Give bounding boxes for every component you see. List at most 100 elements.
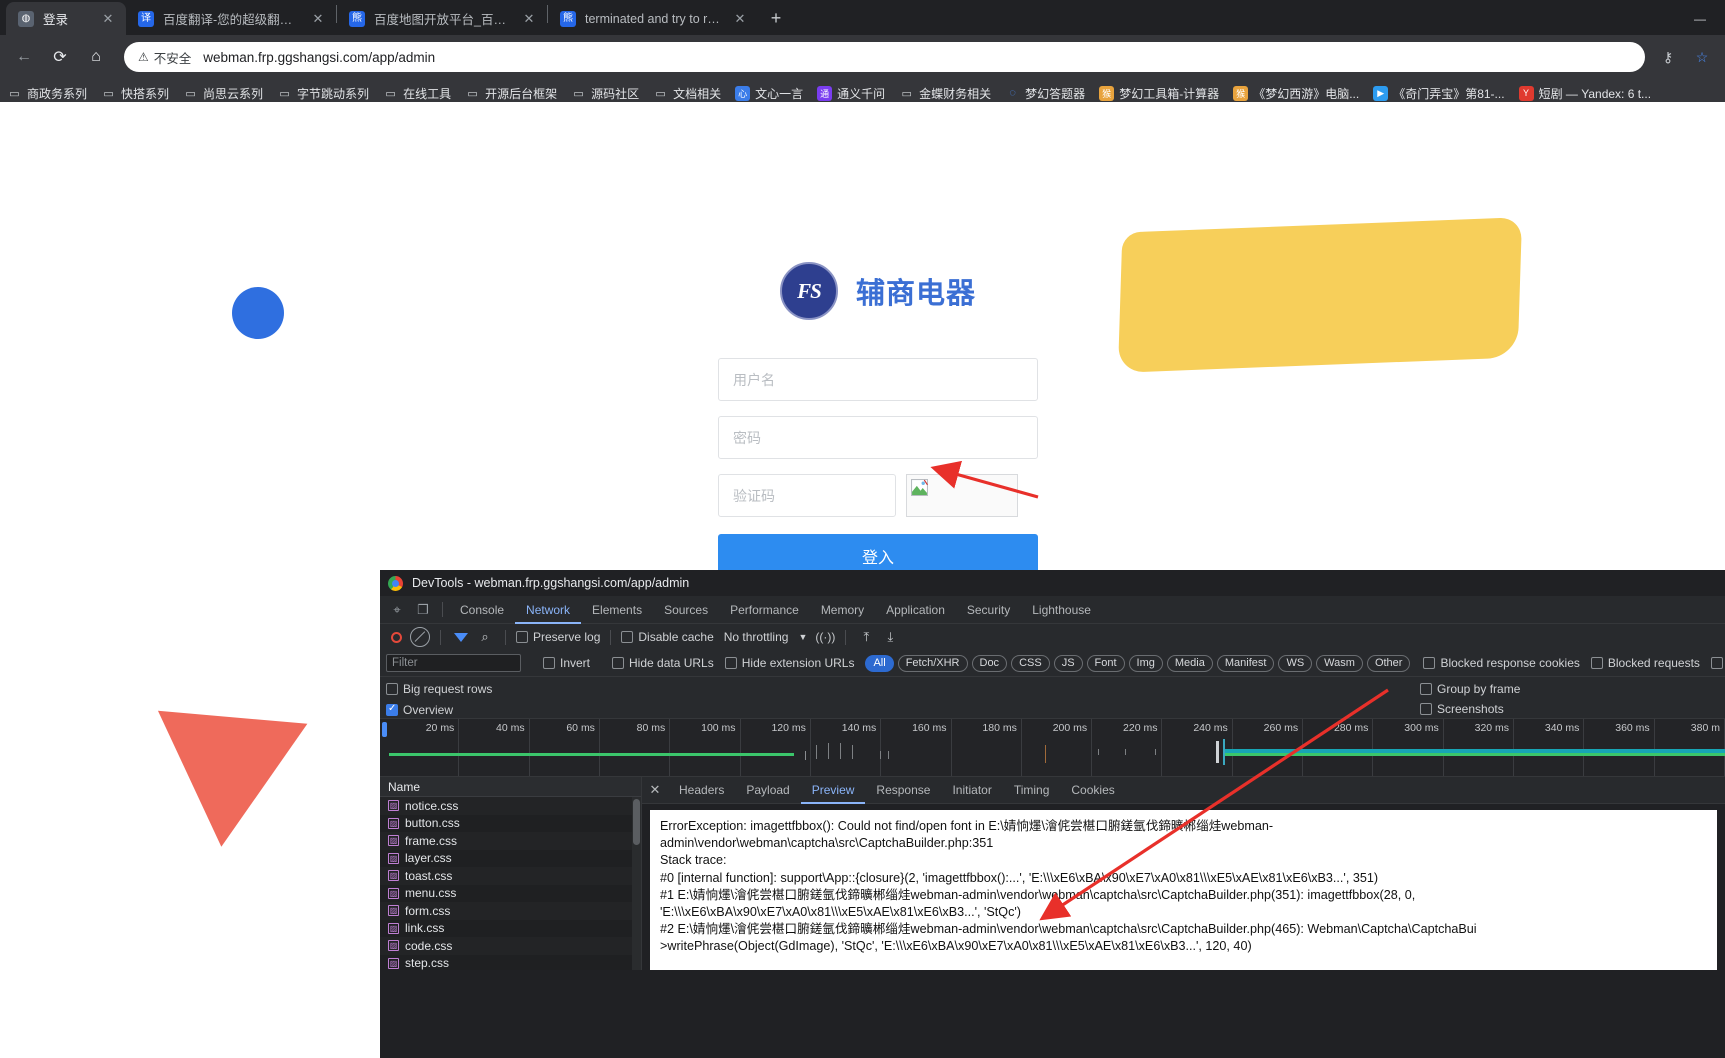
group-by-frame-checkbox[interactable]: Group by frame <box>1420 680 1520 697</box>
resource-type-filter-css[interactable]: CSS <box>1011 654 1050 672</box>
throttling-dropdown[interactable]: No throttling ▼ <box>724 630 808 644</box>
back-button[interactable]: ← <box>8 41 40 73</box>
request-row[interactable]: ▨ notice.css <box>380 797 641 815</box>
request-row[interactable]: ▨ button.css <box>380 815 641 833</box>
resource-type-filter-media[interactable]: Media <box>1166 654 1213 672</box>
devtools-tab-performance[interactable]: Performance <box>719 596 810 624</box>
search-icon[interactable]: ⌕ <box>475 627 495 647</box>
devtools-tab-sources[interactable]: Sources <box>653 596 719 624</box>
requests-scrollbar[interactable] <box>632 797 641 970</box>
request-row[interactable]: ▨ frame.css <box>380 832 641 850</box>
detail-tab-headers[interactable]: Headers <box>668 777 735 804</box>
big-request-rows-label: Big request rows <box>403 681 493 696</box>
devtools-tab-lighthouse[interactable]: Lighthouse <box>1021 596 1102 624</box>
browser-tab-0[interactable]: ◍ 登录 ✕ <box>6 2 126 35</box>
resource-type-filter-js[interactable]: JS <box>1053 654 1083 672</box>
import-har-icon[interactable]: ⤒ <box>856 627 876 647</box>
monkey-icon: 猴 <box>1233 85 1249 101</box>
filter-funnel-icon[interactable] <box>451 627 471 647</box>
reload-button[interactable]: ⟳ <box>44 41 76 73</box>
error-line: 'E:\\\xE6\xBA\x90\xE7\xA0\x81\\\xE5\xAE\… <box>660 905 1021 920</box>
tab-close-button[interactable]: ✕ <box>732 11 748 27</box>
tab-strip: ◍ 登录 ✕ 译 百度翻译-您的超级翻译伙伴 ✕ 熊 百度地图开放平台_百度搜索… <box>0 0 1725 35</box>
blocked-requests-checkbox[interactable]: Blocked requests <box>1590 656 1700 670</box>
overview-left-handle[interactable] <box>382 722 387 737</box>
search-icon: ◌ <box>1009 87 1016 99</box>
browser-tab-3[interactable]: 熊 terminated and try to restart ✕ <box>548 2 758 35</box>
username-input[interactable] <box>718 358 1038 401</box>
detail-tab-initiator[interactable]: Initiator <box>941 777 1002 804</box>
detail-tab-cookies[interactable]: Cookies <box>1060 777 1125 804</box>
browser-tab-2[interactable]: 熊 百度地图开放平台_百度搜索 ✕ <box>337 2 547 35</box>
devtools-tab-elements[interactable]: Elements <box>581 596 653 624</box>
export-har-icon[interactable]: ⤓ <box>880 627 900 647</box>
not-secure-label: 不安全 <box>153 51 192 66</box>
devtools-tab-security[interactable]: Security <box>956 596 1021 624</box>
devtools-tab-memory[interactable]: Memory <box>810 596 875 624</box>
network-filter-input[interactable] <box>386 654 521 672</box>
clear-icon[interactable] <box>410 627 430 647</box>
screenshots-checkbox[interactable]: Screenshots <box>1420 700 1504 717</box>
preserve-log-label: Preserve log <box>533 630 601 644</box>
folder-icon: ▭ <box>901 87 912 100</box>
preserve-log-checkbox[interactable]: Preserve log <box>516 630 600 644</box>
detail-tab-preview[interactable]: Preview <box>801 777 866 804</box>
home-button[interactable]: ⌂ <box>80 41 112 73</box>
blocked-response-cookies-checkbox[interactable]: Blocked response cookies <box>1423 656 1580 670</box>
resource-type-filter-manifest[interactable]: Manifest <box>1216 654 1275 672</box>
request-row[interactable]: ▨ link.css <box>380 920 641 938</box>
invert-checkbox[interactable]: Invert <box>543 656 590 670</box>
captcha-image[interactable] <box>906 474 1018 517</box>
folder-icon: ▭ <box>103 87 114 100</box>
not-secure-badge[interactable]: ⚠ 不安全 <box>138 48 191 67</box>
hide-data-urls-checkbox[interactable]: Hide data URLs <box>612 656 714 670</box>
password-input[interactable] <box>718 416 1038 459</box>
detail-tab-response[interactable]: Response <box>865 777 941 804</box>
disable-cache-checkbox[interactable]: Disable cache <box>621 630 714 644</box>
network-overview-timeline[interactable]: 20 ms 40 ms 60 ms 80 ms 100 ms 120 ms 140 ms 16… <box>380 719 1725 777</box>
devtools-tab-application[interactable]: Application <box>875 596 956 624</box>
hide-extension-urls-checkbox[interactable]: Hide extension URLs <box>724 656 854 670</box>
browser-tab-1[interactable]: 译 百度翻译-您的超级翻译伙伴 ✕ <box>126 2 336 35</box>
close-detail-button[interactable]: ✕ <box>642 777 668 804</box>
window-minimize-button[interactable]: — <box>1677 3 1723 35</box>
tab-close-button[interactable]: ✕ <box>100 11 116 27</box>
captcha-input[interactable] <box>718 474 896 517</box>
record-icon[interactable] <box>386 627 406 647</box>
resource-type-filter-fetch-xhr[interactable]: Fetch/XHR <box>897 654 968 672</box>
detail-tab-payload[interactable]: Payload <box>735 777 800 804</box>
tab-close-button[interactable]: ✕ <box>521 11 537 27</box>
password-key-icon[interactable]: ⚷ <box>1653 42 1683 72</box>
address-bar[interactable]: ⚠ 不安全 webman.frp.ggshangsi.com/app/admin <box>124 42 1645 72</box>
third-party-requests-checkbox[interactable]: 3rd-party re <box>1710 656 1725 670</box>
request-row[interactable]: ▨ layer.css <box>380 850 641 868</box>
request-row[interactable]: ▨ step.css <box>380 955 641 973</box>
resource-type-filter-img[interactable]: Img <box>1128 654 1163 672</box>
devtools-tab-console[interactable]: Console <box>449 596 515 624</box>
request-row[interactable]: ▨ toast.css <box>380 867 641 885</box>
new-tab-button[interactable]: + <box>762 4 790 32</box>
toolbar-divider <box>442 602 443 617</box>
device-toolbar-icon[interactable]: ❐ <box>410 598 436 622</box>
request-row[interactable]: ▨ menu.css <box>380 885 641 903</box>
inspect-element-icon[interactable]: ⌖ <box>384 598 410 622</box>
screenshots-label: Screenshots <box>1437 701 1504 716</box>
network-conditions-icon[interactable]: ((·)) <box>815 627 835 647</box>
devtools-tab-network[interactable]: Network <box>515 596 581 624</box>
request-row[interactable]: ▨ form.css <box>380 902 641 920</box>
tab-close-button[interactable]: ✕ <box>310 11 326 27</box>
detail-tab-timing[interactable]: Timing <box>1003 777 1061 804</box>
scrollbar-thumb[interactable] <box>633 799 640 845</box>
resource-type-filter-other[interactable]: Other <box>1366 654 1411 672</box>
checkbox-box <box>543 657 555 669</box>
request-row[interactable]: ▨ code.css <box>380 937 641 955</box>
resource-type-filter-doc[interactable]: Doc <box>971 654 1008 672</box>
resource-type-filter-all[interactable]: All <box>865 654 894 672</box>
resource-type-filter-font[interactable]: Font <box>1086 654 1125 672</box>
resource-type-filter-ws[interactable]: WS <box>1278 654 1313 672</box>
bookmark-star-icon[interactable]: ☆ <box>1687 42 1717 72</box>
resource-type-filter-wasm[interactable]: Wasm <box>1316 654 1363 672</box>
request-name: code.css <box>405 938 453 953</box>
overview-checkbox[interactable]: Overview <box>386 701 1719 718</box>
timeline-tick: 200 ms <box>1022 719 1093 776</box>
